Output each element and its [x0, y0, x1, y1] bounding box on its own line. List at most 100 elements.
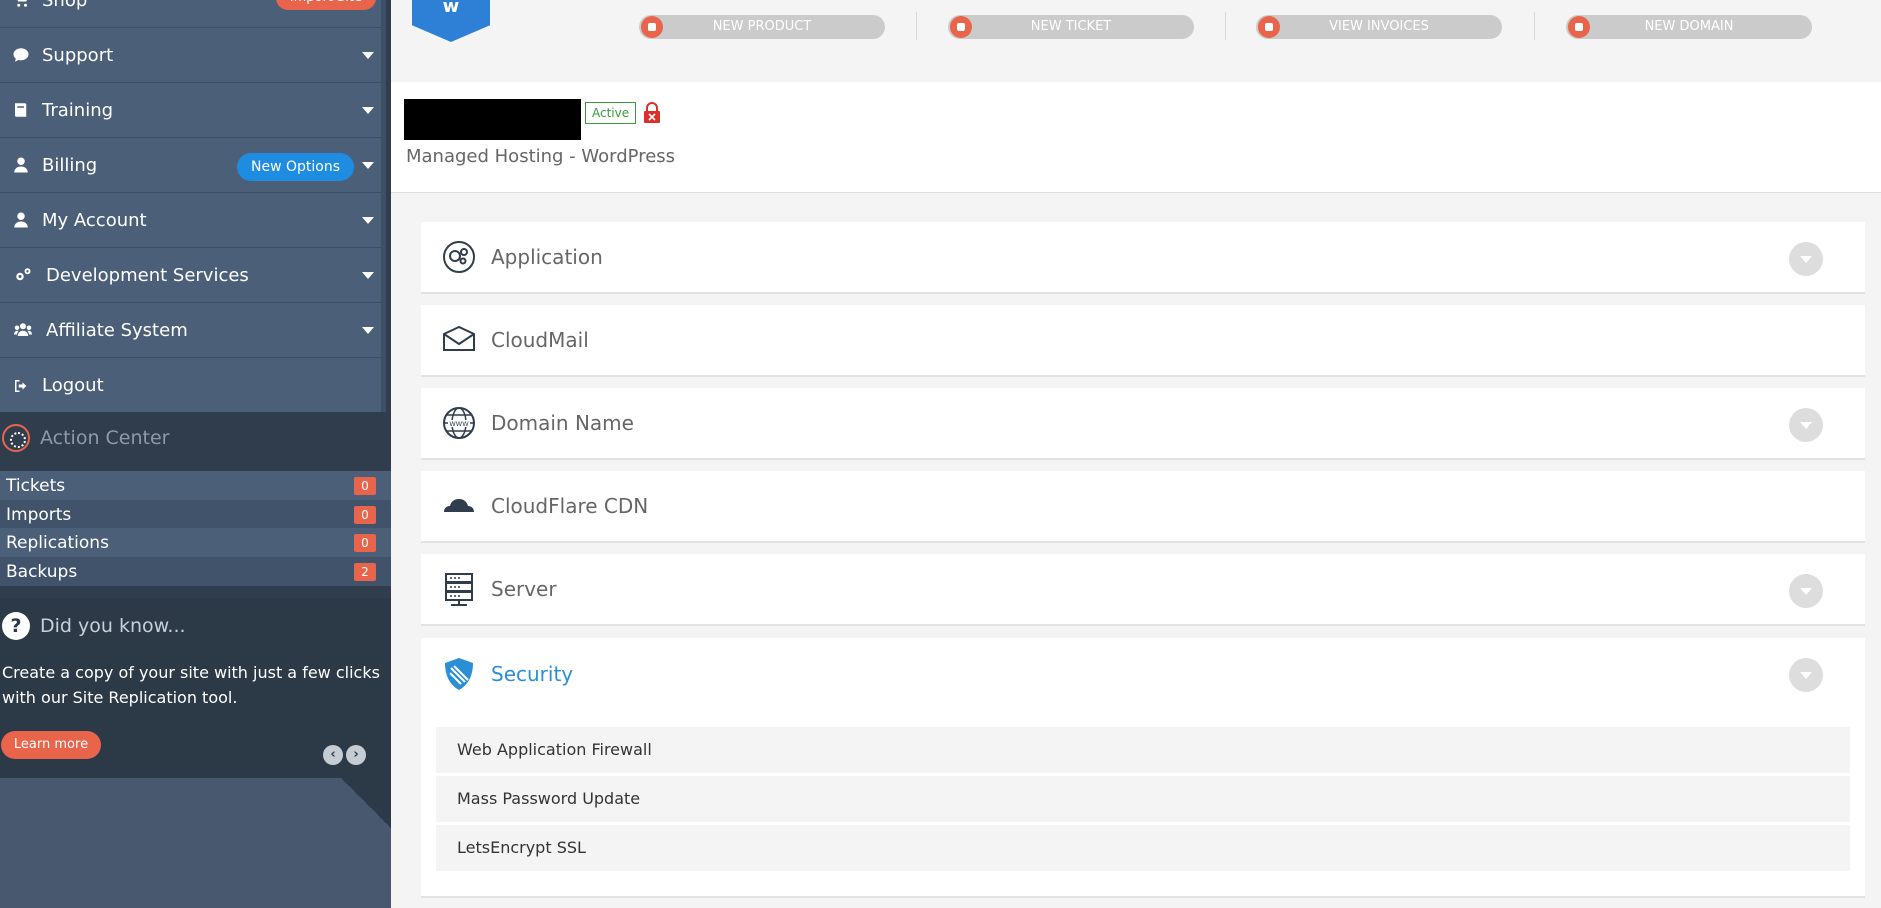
book-icon [12, 101, 30, 119]
www-globe-icon: WWW [441, 405, 477, 441]
lock-icon[interactable] [643, 102, 661, 124]
sidebar-item-training[interactable]: Training [0, 83, 386, 138]
sidebar-item-label: Shop [42, 0, 88, 11]
panel-domain-name[interactable]: WWW Domain Name [421, 388, 1865, 460]
logout-icon [12, 377, 30, 395]
sidebar-item-shop[interactable]: Shop Import Site [0, 0, 386, 28]
panel-title: CloudFlare CDN [491, 494, 649, 518]
security-item-waf[interactable]: Web Application Firewall [436, 727, 1850, 773]
panel-application[interactable]: Application [421, 222, 1865, 294]
quick-action-label: NEW PRODUCT [712, 19, 812, 34]
sidebar-item-label: Training [42, 99, 114, 121]
sidebar-item-label: My Account [42, 209, 147, 231]
new-options-pill[interactable]: New Options [236, 153, 354, 181]
sidebar-item-label: Logout [42, 375, 104, 396]
chat-icon [950, 16, 972, 38]
count-badge: 0 [354, 534, 376, 552]
action-center-row-tickets[interactable]: Tickets 0 [0, 471, 391, 500]
action-center-row-replications[interactable]: Replications 0 [0, 528, 391, 557]
divider [916, 12, 917, 40]
carousel-next-button[interactable]: › [346, 745, 366, 765]
action-center-title: Action Center [40, 426, 170, 449]
chevron-down-icon [362, 217, 374, 224]
action-center-label: Imports [6, 504, 72, 525]
view-invoices-button[interactable]: VIEW INVOICES [1256, 15, 1502, 39]
panel-title: Application [491, 245, 603, 269]
decorative-corner [341, 778, 391, 828]
panel-security-header[interactable]: Security [421, 638, 1865, 710]
sidebar-nav: Shop Import Site Support Training Billin… [0, 0, 386, 412]
service-header [391, 82, 1881, 193]
count-badge: 0 [354, 506, 376, 524]
chat-icon [12, 46, 30, 64]
action-center-label: Tickets [6, 475, 66, 496]
count-badge: 0 [354, 477, 376, 495]
divider [1534, 12, 1535, 40]
action-center-label: Backups [6, 561, 78, 582]
action-center-header: Action Center [0, 412, 391, 463]
quick-action-label: NEW DOMAIN [1644, 19, 1734, 34]
import-site-pill[interactable]: Import Site [275, 0, 376, 10]
chevron-down-icon [362, 162, 374, 169]
question-icon: ? [2, 612, 30, 640]
carousel-prev-button[interactable]: ‹ [323, 745, 343, 765]
sidebar-item-development-services[interactable]: Development Services [0, 248, 386, 303]
shield-icon [441, 656, 477, 692]
quick-action-label: VIEW INVOICES [1329, 19, 1429, 34]
sidebar-item-label: Billing [42, 154, 98, 176]
expand-toggle[interactable] [1789, 242, 1823, 276]
quick-action-label: NEW TICKET [1030, 19, 1112, 34]
chevron-down-icon [362, 272, 374, 279]
decorative-footer [0, 778, 391, 908]
new-ticket-button[interactable]: NEW TICKET [948, 15, 1194, 39]
cloud-icon [441, 488, 477, 524]
logo-mark-icon: w [442, 0, 460, 17]
svg-text:WWW: WWW [449, 420, 469, 428]
panel-cloudflare-cdn[interactable]: CloudFlare CDN [421, 471, 1865, 543]
sidebar-item-label: Development Services [46, 264, 249, 286]
panel-server[interactable]: Server [421, 554, 1865, 626]
users-icon [12, 321, 34, 339]
count-badge: 2 [354, 563, 376, 581]
gears-icon [12, 266, 34, 284]
new-domain-button[interactable]: NEW DOMAIN [1566, 15, 1812, 39]
security-item-letsencrypt-ssl[interactable]: LetsEncrypt SSL [436, 825, 1850, 871]
service-name: Managed Hosting - WordPress [406, 146, 676, 167]
sidebar-item-my-account[interactable]: My Account [0, 193, 386, 248]
chevron-down-icon [362, 52, 374, 59]
action-center-label: Replications [6, 532, 109, 553]
sidebar-item-support[interactable]: Support [0, 28, 386, 83]
did-you-know-title: Did you know... [40, 615, 186, 637]
panel-title: Security [491, 662, 574, 686]
security-item-mass-password-update[interactable]: Mass Password Update [436, 776, 1850, 822]
cart-icon [641, 16, 663, 38]
chevron-down-icon [362, 327, 374, 334]
invoice-icon [1258, 16, 1280, 38]
server-icon [441, 571, 477, 607]
new-product-button[interactable]: NEW PRODUCT [639, 15, 885, 39]
expand-toggle[interactable] [1789, 408, 1823, 442]
redacted-domain [404, 99, 581, 140]
envelope-icon [441, 322, 477, 358]
panel-title: Domain Name [491, 411, 634, 435]
user-icon [12, 156, 30, 174]
expand-toggle[interactable] [1789, 574, 1823, 608]
sidebar-item-label: Support [42, 44, 114, 66]
status-badge: Active [585, 102, 637, 124]
action-center-row-backups[interactable]: Backups 2 [0, 557, 391, 586]
sidebar-item-logout[interactable]: Logout [0, 358, 386, 413]
expand-toggle[interactable] [1789, 658, 1823, 692]
sidebar-item-affiliate-system[interactable]: Affiliate System [0, 303, 386, 358]
sidebar-item-billing[interactable]: Billing New Options [0, 138, 386, 193]
panel-cloudmail[interactable]: CloudMail [421, 305, 1865, 377]
did-you-know-text: Create a copy of your site with just a f… [2, 663, 380, 707]
divider [1225, 12, 1226, 40]
cart-icon [12, 0, 30, 9]
user-icon [12, 211, 30, 229]
globe-icon [1568, 16, 1590, 38]
learn-more-button[interactable]: Learn more [1, 731, 101, 759]
action-center-row-imports[interactable]: Imports 0 [0, 500, 391, 529]
spinner-icon [2, 423, 30, 452]
gears-icon [441, 239, 477, 275]
panel-title: CloudMail [491, 328, 589, 352]
